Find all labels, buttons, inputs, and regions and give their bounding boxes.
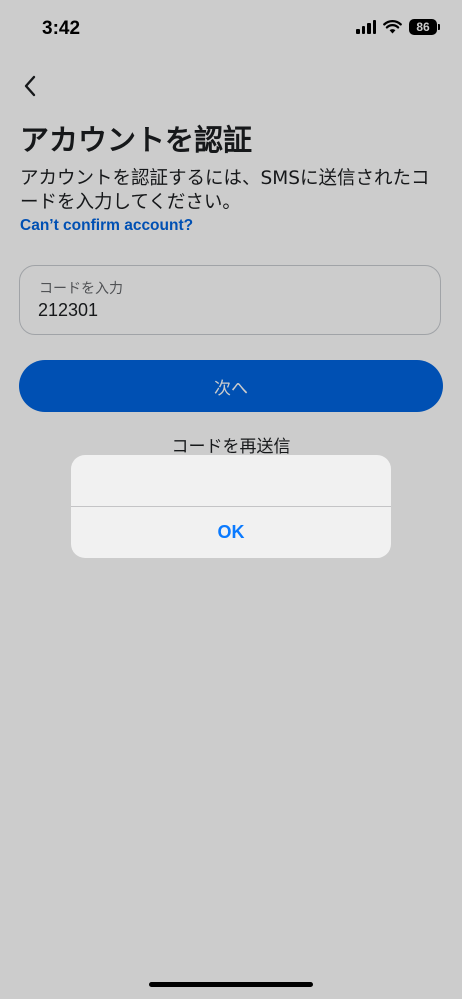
home-indicator[interactable] — [149, 982, 313, 987]
alert-dialog: OK — [71, 455, 391, 558]
alert-ok-button[interactable]: OK — [71, 507, 391, 558]
verify-account-screen: 3:42 86 アカウントを認証 アカウントを認証するには、SMSに送信されたコ… — [0, 0, 462, 999]
alert-body — [71, 455, 391, 506]
